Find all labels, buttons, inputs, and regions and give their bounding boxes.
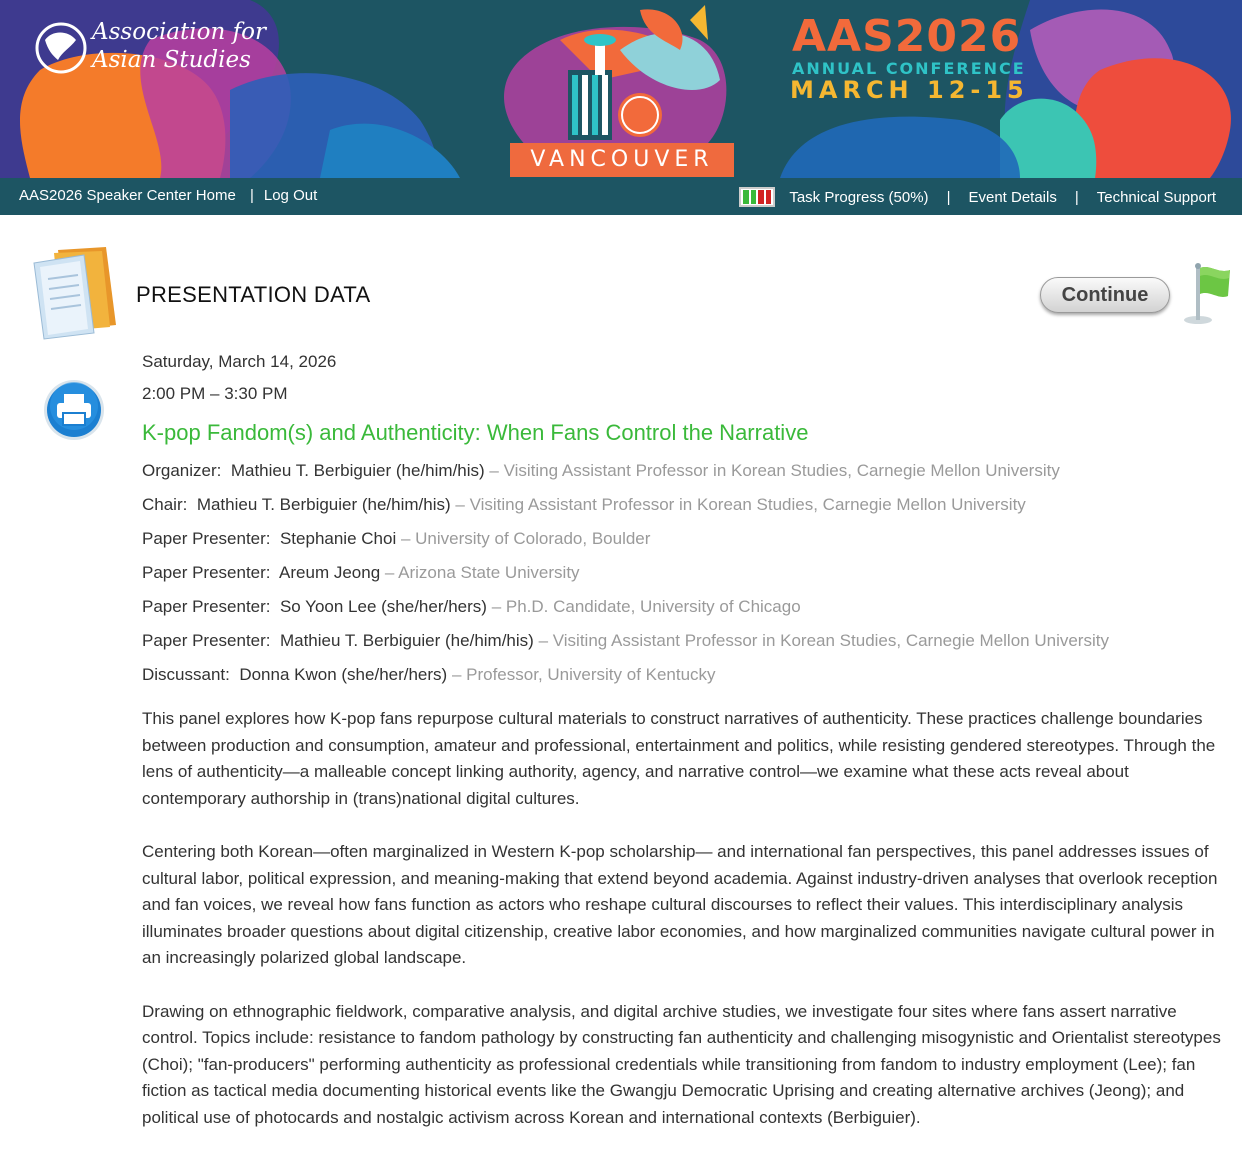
printer-icon[interactable]: [42, 380, 106, 449]
participant-row: Chair: Mathieu T. Berbiguier (he/him/his…: [142, 488, 1234, 522]
session-description-paragraph: Centering both Korean—often marginalized…: [142, 842, 1218, 967]
technical-support-link[interactable]: Technical Support: [1097, 189, 1216, 206]
conference-dates: MARCH 12-15: [790, 76, 1029, 104]
organization-logo-text: Association for Asian Studies: [92, 18, 266, 74]
participant-affiliation: – Visiting Assistant Professor in Korean…: [489, 461, 1060, 480]
participant-affiliation: – Ph.D. Candidate, University of Chicago: [491, 597, 801, 616]
participant-name: Mathieu T. Berbiguier (he/him/his): [230, 461, 485, 480]
participant-affiliation: – University of Colorado, Boulder: [400, 529, 651, 548]
nav-separator: |: [249, 187, 254, 204]
session-description-paragraph: This panel explores how K-pop fans repur…: [142, 709, 1216, 808]
top-nav-bar: AAS2026 Speaker Center Home | Log Out Tas…: [0, 178, 1242, 215]
participant-list: Organizer: Mathieu T. Berbiguier (he/him…: [142, 454, 1234, 692]
participant-name: Donna Kwon (she/her/hers): [239, 665, 448, 684]
participant-affiliation: – Arizona State University: [384, 563, 580, 582]
participant-role: Discussant:: [142, 665, 230, 684]
participant-name: Mathieu T. Berbiguier (he/him/his): [196, 495, 451, 514]
session-date: Saturday, March 14, 2026: [142, 352, 337, 371]
participant-affiliation: – Visiting Assistant Professor in Korean…: [455, 495, 1026, 514]
progress-segment-incomplete: [765, 190, 772, 204]
continue-button[interactable]: Continue: [1040, 277, 1170, 313]
progress-segment-incomplete: [758, 190, 764, 204]
event-details-link[interactable]: Event Details: [968, 189, 1056, 206]
participant-role: Organizer:: [142, 461, 222, 480]
progress-segment-complete: [750, 190, 757, 204]
conference-title: AAS2026: [792, 11, 1022, 62]
participant-row: Paper Presenter: Areum Jeong – Arizona S…: [142, 556, 1234, 590]
conference-city: VANCOUVER: [510, 143, 734, 177]
organization-name-line1: Association for: [92, 19, 266, 45]
nav-right-group: Task Progress (50%) | Event Details | Te…: [739, 187, 1216, 207]
speaker-center-home-link[interactable]: AAS2026 Speaker Center Home: [19, 187, 236, 204]
participant-row: Paper Presenter: Mathieu T. Berbiguier (…: [142, 624, 1234, 658]
participant-role: Paper Presenter:: [142, 631, 271, 650]
participant-role: Paper Presenter:: [142, 563, 271, 582]
organization-name-line2: Asian Studies: [92, 47, 251, 73]
participant-row: Paper Presenter: Stephanie Choi – Univer…: [142, 522, 1234, 556]
task-progress-bar: [739, 187, 776, 207]
participant-row: Organizer: Mathieu T. Berbiguier (he/him…: [142, 454, 1234, 488]
participant-row: Paper Presenter: So Yoon Lee (she/her/he…: [142, 590, 1234, 624]
presentation-details: Saturday, March 14, 2026 2:00 PM – 3:30 …: [142, 350, 1234, 1131]
participant-role: Chair:: [142, 495, 188, 514]
participant-name: Mathieu T. Berbiguier (he/him/his): [279, 631, 534, 650]
participant-name: So Yoon Lee (she/her/hers): [279, 597, 487, 616]
conference-banner: Association for Asian Studies AAS2026 AN…: [0, 0, 1242, 178]
participant-role: Paper Presenter:: [142, 529, 271, 548]
nav-separator: |: [946, 188, 951, 206]
progress-segment-complete: [743, 190, 749, 204]
nav-separator: |: [1074, 188, 1079, 206]
nav-left-group: AAS2026 Speaker Center Home | Log Out: [19, 187, 317, 204]
participant-name: Areum Jeong: [279, 563, 381, 582]
participant-name: Stephanie Choi: [279, 529, 397, 548]
task-progress-link[interactable]: Task Progress (50%): [789, 189, 928, 206]
participant-row: Discussant: Donna Kwon (she/her/hers) – …: [142, 658, 1234, 692]
participant-affiliation: – Professor, University of Kentucky: [451, 665, 716, 684]
session-time: 2:00 PM – 3:30 PM: [142, 384, 288, 403]
green-flag-icon: [1178, 262, 1234, 331]
logout-link[interactable]: Log Out: [264, 187, 317, 204]
session-title: K-pop Fandom(s) and Authenticity: When F…: [142, 420, 809, 445]
page-title: PRESENTATION DATA: [136, 282, 371, 307]
participant-role: Paper Presenter:: [142, 597, 271, 616]
documents-folder-icon: [28, 245, 118, 345]
session-description-paragraph: Drawing on ethnographic fieldwork, compa…: [142, 1001, 1221, 1127]
participant-affiliation: – Visiting Assistant Professor in Korean…: [538, 631, 1109, 650]
